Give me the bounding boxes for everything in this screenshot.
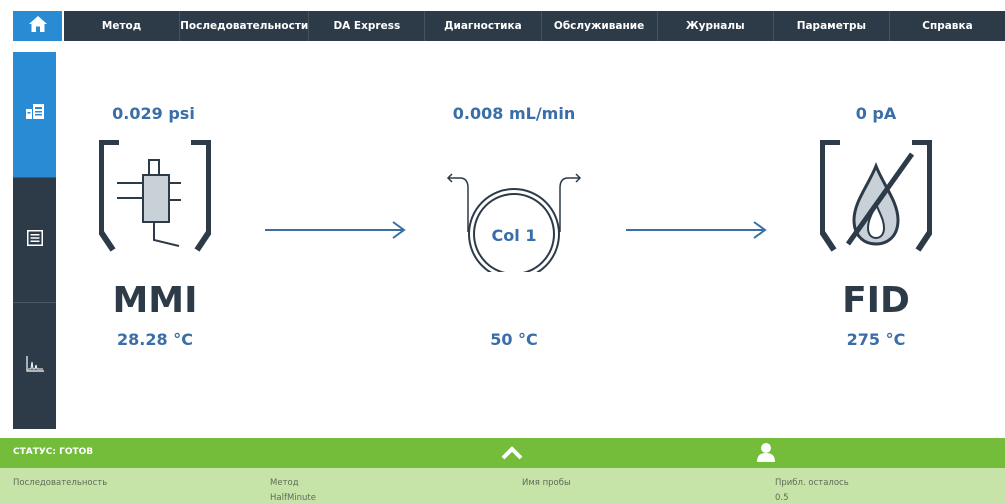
home-button[interactable]: [13, 11, 62, 41]
status-bar: СТАТУС: ГОТОВ: [0, 438, 1005, 468]
column-label: Col 1: [491, 226, 537, 245]
instrument-status-panel: 0.029 psi MMI 28.28 °C 0.008 mL/min Col …: [63, 52, 1005, 429]
flame-detector-icon[interactable]: [819, 139, 933, 261]
sidebar-instrument-status-button[interactable]: [13, 52, 56, 177]
menu-settings[interactable]: Параметры: [774, 11, 890, 41]
menu-method[interactable]: Метод: [64, 11, 181, 41]
sequence-label: Последовательность: [13, 478, 108, 488]
time-remaining-label: Прибл. осталось: [775, 478, 849, 488]
home-icon: [28, 15, 48, 38]
method-label: Метод: [270, 478, 299, 488]
menu-help[interactable]: Справка: [890, 11, 1005, 41]
menu-diagnostics[interactable]: Диагностика: [425, 11, 542, 41]
flow-arrow-icon: [265, 220, 407, 245]
menu-logs[interactable]: Журналы: [658, 11, 774, 41]
detector-name: FID: [842, 280, 910, 321]
column-temperature-value: 50 °C: [490, 330, 538, 349]
sample-name-label: Имя пробы: [522, 478, 571, 488]
user-icon[interactable]: [756, 442, 776, 467]
sidebar-chromatogram-button[interactable]: [13, 303, 56, 429]
menu-da-express[interactable]: DA Express: [309, 11, 426, 41]
sidebar-list-button[interactable]: [13, 178, 56, 302]
time-remaining-value: 0.5: [775, 493, 789, 503]
menu-sequences[interactable]: Последовательности: [180, 11, 310, 41]
column-icon[interactable]: [446, 172, 582, 280]
menu-maintenance[interactable]: Обслуживание: [542, 11, 658, 41]
chromatogram-icon: [25, 355, 44, 377]
instrument-status-icon: [25, 104, 44, 125]
status-text: СТАТУС: ГОТОВ: [13, 447, 94, 457]
column-flow-value: 0.008 mL/min: [452, 104, 576, 123]
top-menu-bar: Метод Последовательности DA Express Диаг…: [0, 0, 1005, 42]
detector-temperature-value: 275 °C: [846, 330, 906, 349]
chevron-up-icon[interactable]: [500, 445, 524, 466]
detector-signal-value: 0 pA: [855, 104, 897, 123]
main-menu: Метод Последовательности DA Express Диаг…: [64, 11, 1005, 41]
inlet-name: MMI: [112, 280, 198, 321]
list-icon: [26, 229, 43, 251]
flow-arrow-icon: [626, 220, 768, 245]
inlet-icon[interactable]: [98, 139, 212, 261]
left-sidebar: [13, 52, 56, 429]
inlet-pressure-value: 0.029 psi: [112, 104, 195, 123]
run-info-bar: Последовательность Метод HalfMinute Имя …: [0, 468, 1005, 503]
method-value: HalfMinute: [270, 493, 316, 503]
inlet-temperature-value: 28.28 °C: [117, 330, 193, 349]
